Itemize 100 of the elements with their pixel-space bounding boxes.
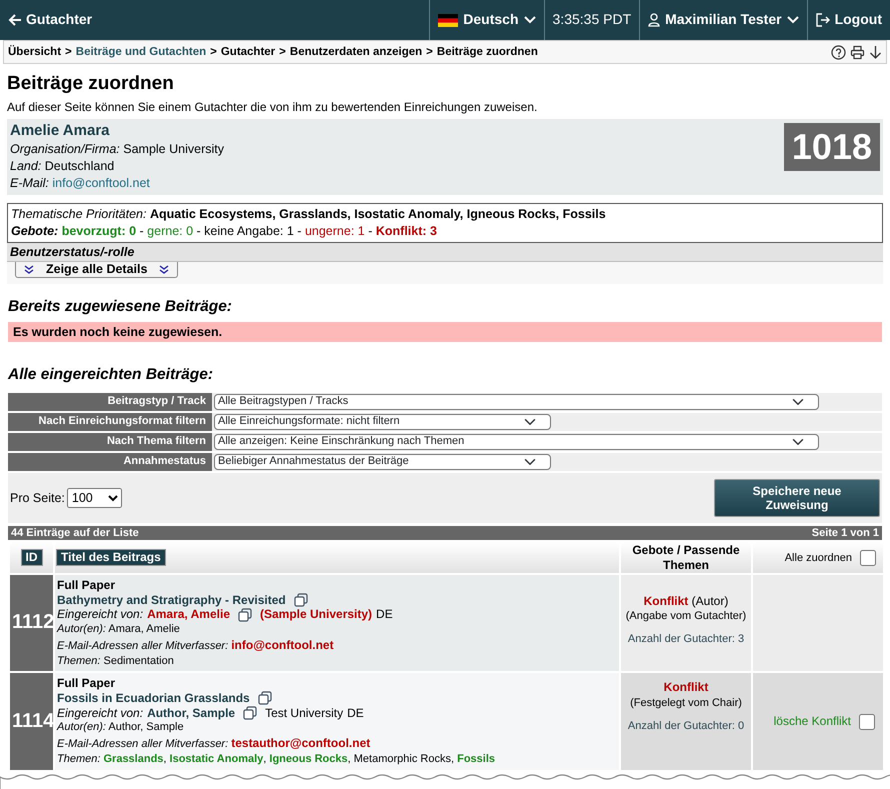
filter-select[interactable]: Alle Beitragstypen / Tracks bbox=[214, 394, 819, 410]
copy-icon[interactable] bbox=[294, 592, 308, 607]
topic: Igneous Rocks bbox=[269, 753, 348, 766]
empty-message: Es wurden noch keine zugewiesen. bbox=[8, 322, 882, 342]
authors: Amara, Amelie bbox=[108, 622, 180, 635]
field-label: Eingereicht von: bbox=[57, 607, 144, 622]
organization: (Sample University) bbox=[260, 607, 372, 622]
authors: Author, Sample bbox=[108, 721, 184, 734]
field-label: Eingereicht von: bbox=[57, 706, 144, 720]
country: DE bbox=[347, 706, 364, 720]
breadcrumb-item[interactable]: Beiträge zuordnen bbox=[436, 44, 538, 60]
reviewer-count: Anzahl der Gutachter: 3 bbox=[626, 632, 746, 647]
filter-label: Nach Thema filtern bbox=[8, 432, 212, 451]
field-label: Autor(en): bbox=[57, 622, 106, 635]
bid-status: Konflikt bbox=[644, 594, 688, 608]
page-info: Seite 1 von 1 bbox=[812, 526, 879, 540]
section-heading: Bereits zugewiesene Beiträge: bbox=[8, 298, 233, 316]
back-arrow-icon bbox=[8, 13, 22, 27]
sort-header[interactable]: ID bbox=[20, 549, 42, 566]
back-link[interactable]: Gutachter bbox=[8, 11, 92, 29]
submission-title[interactable]: Fossils in Ecuadorian Grasslands bbox=[57, 691, 250, 706]
filter-select[interactable]: Beliebiger Annahmestatus der Beiträge bbox=[214, 454, 551, 470]
breadcrumb-separator: > bbox=[210, 44, 217, 60]
breadcrumb-item[interactable]: Übersicht bbox=[8, 44, 62, 60]
topic: Isostatic Anomaly bbox=[170, 753, 264, 766]
submission-id: 1114 bbox=[10, 673, 53, 770]
reviewer-id: 1018 bbox=[784, 123, 880, 172]
submission-title[interactable]: Bathymetry and Stratigraphy - Revisited bbox=[57, 592, 286, 608]
email-address: testauthor@conftool.net bbox=[231, 736, 370, 750]
topic-separator: , bbox=[163, 753, 166, 766]
checkbox[interactable] bbox=[860, 550, 876, 566]
reviewer-count: Anzahl der Gutachter: 0 bbox=[626, 718, 746, 733]
topic-separator: , bbox=[348, 753, 351, 766]
topic: Fossils bbox=[457, 753, 495, 766]
details-button[interactable]: Zeige alle Details bbox=[15, 262, 178, 278]
reviewer-name: Amelie Amara bbox=[10, 121, 110, 142]
submitter-name: Author, Sample bbox=[147, 706, 236, 720]
field-label: E-Mail: bbox=[10, 176, 49, 190]
sort-header[interactable]: Titel des Beitrags bbox=[56, 549, 166, 566]
help-icon[interactable] bbox=[831, 44, 846, 60]
save-button[interactable]: Speichere neue Zuweisung bbox=[714, 478, 880, 517]
field-label: Themen: bbox=[57, 753, 100, 766]
bid-status: Konflikt bbox=[664, 680, 708, 694]
double-chevron-icon bbox=[159, 264, 170, 274]
breadcrumb-item[interactable]: Benutzerdaten anzeigen bbox=[290, 44, 422, 60]
breadcrumb-separator: > bbox=[65, 44, 72, 60]
breadcrumb-separator: > bbox=[426, 44, 433, 60]
flag-icon bbox=[438, 14, 458, 26]
topic: Grasslands bbox=[103, 753, 164, 766]
column-header: Gebote / Passende Themen bbox=[632, 543, 740, 572]
field-value: Aquatic Ecosystems, Grasslands, Isostatic Anomaly, Igneous Rocks, Fossils bbox=[150, 207, 606, 222]
topic-separator: , bbox=[450, 753, 454, 766]
field-label: E-Mail-Adressen aller Mitverfasser: bbox=[57, 640, 228, 652]
filter-select[interactable]: Alle Einreichungsformate: nicht filtern bbox=[214, 414, 551, 430]
submission-type: Full Paper bbox=[57, 676, 116, 692]
per-page-label: Pro Seite: bbox=[10, 490, 65, 505]
list-count: 44 Einträge auf der Liste bbox=[11, 526, 139, 540]
field-label: Organisation/Firma: bbox=[10, 142, 120, 156]
chevron-down-icon bbox=[786, 16, 799, 24]
bid-detail: (Autor) bbox=[692, 594, 728, 608]
filter-label: Nach Einreichungsformat filtern bbox=[8, 412, 212, 431]
field-label: E-Mail-Adressen aller Mitverfasser: bbox=[57, 738, 228, 750]
field-value: Sample University bbox=[123, 142, 224, 156]
filter-label: Annahmestatus bbox=[8, 452, 212, 471]
breadcrumb-separator: > bbox=[279, 44, 286, 60]
column-header: Alle zuordnen bbox=[784, 552, 852, 564]
bid-source: (Festgelegt vom Chair) bbox=[629, 696, 743, 710]
field-label: Themen: bbox=[57, 654, 100, 667]
status-heading: Benutzerstatus/-rolle bbox=[7, 242, 883, 262]
section-heading: Alle eingereichten Beiträge: bbox=[8, 366, 214, 385]
topic: Sedimentation bbox=[103, 654, 174, 667]
field-label: Land: bbox=[10, 159, 42, 174]
copy-icon[interactable] bbox=[258, 691, 272, 706]
field-label: Thematische Prioritäten: bbox=[11, 207, 146, 222]
page-description: Auf dieser Seite können Sie einem Gutachter die von ihm zu bewertenden Einreichungen zuweisen. bbox=[7, 100, 538, 116]
copy-icon[interactable] bbox=[243, 706, 258, 720]
breadcrumb-link[interactable]: Beiträge und Gutachten bbox=[76, 44, 206, 60]
email-address: info@conftool.net bbox=[231, 638, 334, 652]
double-chevron-icon bbox=[24, 264, 34, 274]
copy-icon[interactable] bbox=[238, 608, 252, 622]
bid-summary: Gebote: bevorzugt: 0 - gerne: 0 - keine Angabe: 1 - ungerne: 1 - Konflikt: 3 bbox=[11, 222, 438, 240]
submitter-name: Amara, Amelie bbox=[147, 607, 230, 622]
down-arrow-icon[interactable] bbox=[869, 44, 882, 60]
email-link[interactable]: info@conftool.net bbox=[52, 176, 150, 190]
submission-type: Full Paper bbox=[57, 578, 116, 593]
topic-separator: , bbox=[263, 753, 266, 766]
page-title: Beiträge zuordnen bbox=[7, 73, 175, 96]
checkbox[interactable] bbox=[859, 714, 875, 730]
breadcrumb-item[interactable]: Gutachter bbox=[220, 44, 276, 60]
bid-source: (Angabe vom Gutachter) bbox=[624, 609, 748, 624]
topic: Metamorphic Rocks bbox=[354, 753, 451, 766]
field-label: Autor(en): bbox=[57, 721, 106, 734]
logout-icon bbox=[816, 13, 830, 27]
country: DE bbox=[376, 607, 393, 622]
per-page-select[interactable]: 100 bbox=[66, 488, 122, 508]
submission-id: 1112 bbox=[10, 575, 53, 672]
print-icon[interactable] bbox=[850, 44, 865, 60]
organization: Test University bbox=[265, 706, 344, 720]
chevron-down-icon bbox=[524, 16, 536, 24]
filter-select[interactable]: Alle anzeigen: Keine Einschränkung nach Themen bbox=[214, 434, 819, 450]
